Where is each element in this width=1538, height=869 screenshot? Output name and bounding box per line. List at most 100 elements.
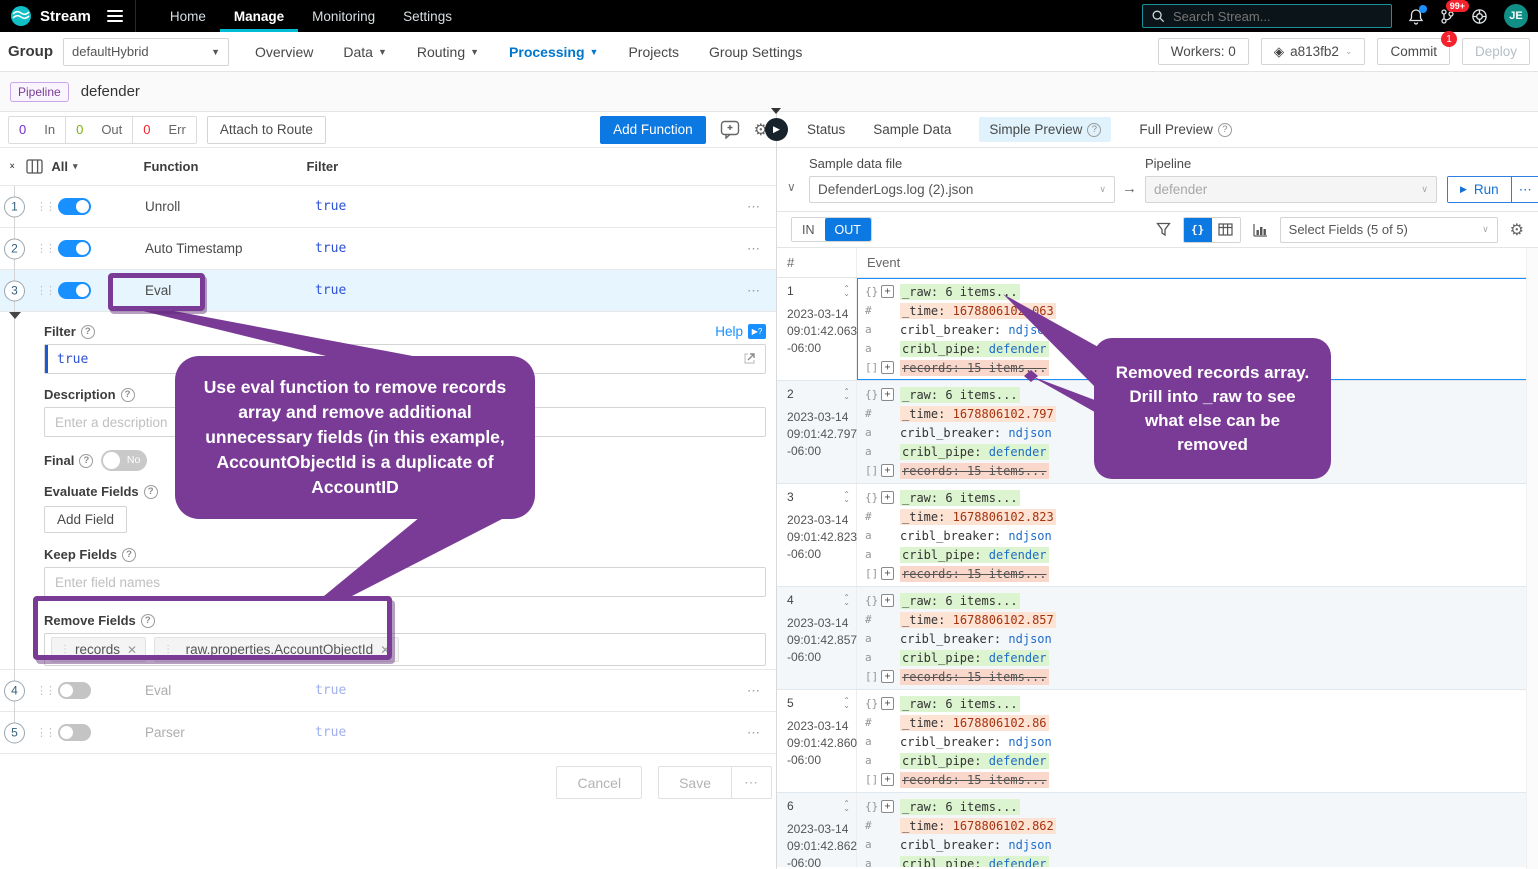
field-cribl-pipe[interactable]: a cribl_pipe: defender	[865, 339, 1530, 358]
expand-plus-icon[interactable]: +	[881, 800, 894, 813]
run-button[interactable]: ▶ Run	[1448, 177, 1511, 202]
function-toggle-on[interactable]	[58, 282, 91, 299]
preview-settings-gear-icon[interactable]: ⚙	[1510, 220, 1524, 240]
pane-divider-handle[interactable]	[771, 108, 781, 114]
field-cribl-pipe[interactable]: a cribl_pipe: defender	[865, 442, 1530, 461]
field-records-removed[interactable]: [] + records: 15 items...	[865, 667, 1530, 686]
help-circle-icon[interactable]: ?	[122, 548, 136, 562]
function-toggle-off[interactable]	[58, 682, 91, 699]
field-raw[interactable]: {} + _raw: 6 items...	[865, 282, 1530, 301]
event-row[interactable]: 5 ⌃⌄ 2023-03-14 09:01:42.860 -06:00 {} +…	[777, 690, 1538, 793]
nav-item-monitoring[interactable]: Monitoring	[298, 0, 389, 32]
drag-handle-icon[interactable]: ⋮⋮	[36, 684, 54, 697]
function-row-eval-disabled[interactable]: 4 ⋮⋮ Eval true ⋯	[0, 670, 776, 712]
add-comment-icon[interactable]	[720, 120, 740, 139]
search-box[interactable]	[1142, 4, 1392, 28]
field-cribl-breaker[interactable]: a cribl_breaker: ndjson	[865, 835, 1530, 854]
function-toggle-on[interactable]	[58, 240, 91, 257]
tab-simple-preview[interactable]: Simple Preview ?	[979, 117, 1111, 142]
filter-funnel-icon[interactable]	[1156, 222, 1171, 237]
user-avatar[interactable]: JE	[1504, 4, 1528, 28]
commits-branch[interactable]: 99+	[1440, 8, 1455, 25]
group-select[interactable]: defaultHybrid ▼	[63, 38, 229, 66]
field-time[interactable]: # _time: 1678806102.063	[865, 301, 1530, 320]
help-circle-icon[interactable]: ?	[1087, 123, 1101, 137]
field-records-removed[interactable]: [] + records: 15 items...	[865, 461, 1530, 480]
help-circle-icon[interactable]: ?	[1218, 123, 1232, 137]
tab-data[interactable]: Data▼	[343, 44, 387, 60]
row-menu-icon[interactable]: ⋯	[747, 683, 762, 699]
tab-routing[interactable]: Routing▼	[417, 44, 479, 60]
tab-full-preview[interactable]: Full Preview ?	[1139, 122, 1232, 137]
field-cribl-pipe[interactable]: a cribl_pipe: defender	[865, 648, 1530, 667]
hamburger-menu-icon[interactable]	[107, 10, 123, 22]
event-row[interactable]: 3 ⌃⌄ 2023-03-14 09:01:42.823 -06:00 {} +…	[777, 484, 1538, 587]
save-button[interactable]: Save	[658, 766, 732, 799]
notifications-bell[interactable]	[1408, 8, 1424, 25]
row-menu-icon[interactable]: ⋯	[747, 725, 762, 741]
row-menu-icon[interactable]: ⋯	[747, 241, 762, 257]
help-circle-icon[interactable]: ?	[121, 388, 135, 402]
tab-sample-data[interactable]: Sample Data	[873, 122, 951, 137]
field-cribl-pipe[interactable]: a cribl_pipe: defender	[865, 854, 1530, 867]
keep-fields-input[interactable]	[44, 567, 766, 597]
expand-plus-icon[interactable]: +	[881, 567, 894, 580]
expand-collapse-sorter-icon[interactable]: ⌃⌄	[843, 286, 850, 296]
expand-plus-icon[interactable]: +	[881, 670, 894, 683]
field-time[interactable]: # _time: 1678806102.823	[865, 507, 1530, 526]
field-cribl-pipe[interactable]: a cribl_pipe: defender	[865, 751, 1530, 770]
help-circle-icon[interactable]: ?	[141, 614, 155, 628]
expand-collapse-sorter-icon[interactable]: ⌃⌄	[843, 698, 850, 708]
json-view-button[interactable]: {}	[1184, 218, 1212, 242]
deploy-button[interactable]: Deploy	[1462, 38, 1530, 65]
function-toggle-off[interactable]	[58, 724, 91, 741]
remove-fields-input[interactable]: ⋮ records ✕ ⋮ _raw.properties.AccountObj…	[44, 633, 766, 666]
function-row-eval-selected[interactable]: 3 ⋮⋮ Eval true ⋯	[0, 270, 776, 312]
drag-handle-icon[interactable]: ⋮⋮	[36, 200, 54, 213]
help-circle-icon[interactable]: ?	[79, 454, 93, 468]
event-cell[interactable]: {} + _raw: 6 items... # _time: 167880610…	[857, 484, 1538, 586]
expand-plus-icon[interactable]: +	[881, 464, 894, 477]
description-input[interactable]	[44, 407, 766, 437]
field-cribl-breaker[interactable]: a cribl_breaker: ndjson	[865, 320, 1530, 339]
field-time[interactable]: # _time: 1678806102.862	[865, 816, 1530, 835]
workers-button[interactable]: Workers: 0	[1158, 38, 1249, 65]
nav-item-manage[interactable]: Manage	[220, 0, 298, 32]
vertical-scrollbar[interactable]	[1526, 248, 1538, 869]
collapse-all-icon[interactable]: ⌄⌃	[8, 160, 16, 174]
event-row[interactable]: 2 ⌃⌄ 2023-03-14 09:01:42.797 -06:00 {} +…	[777, 381, 1538, 484]
collapse-chevron-icon[interactable]: ∨	[787, 180, 796, 194]
sample-file-select[interactable]: DefenderLogs.log (2).json∨	[809, 176, 1115, 203]
help-circle-icon[interactable]: ?	[81, 325, 95, 339]
remove-field-chip-accountobjectid[interactable]: ⋮ _raw.properties.AccountObjectId ✕	[154, 637, 399, 662]
preview-pipeline-select[interactable]: defender∨	[1145, 176, 1437, 203]
field-records-removed[interactable]: [] + records: 15 items...	[865, 770, 1530, 789]
run-menu-icon[interactable]: ⋯	[1511, 177, 1538, 202]
save-menu-icon[interactable]: ⋯	[732, 766, 772, 799]
tab-status[interactable]: Status	[807, 122, 845, 137]
field-cribl-pipe[interactable]: a cribl_pipe: defender	[865, 545, 1530, 564]
columns-icon[interactable]	[26, 159, 43, 174]
field-records-removed[interactable]: [] + records: 15 items...	[865, 564, 1530, 583]
tab-group-settings[interactable]: Group Settings	[709, 44, 802, 60]
event-row[interactable]: 1 ⌃⌄ 2023-03-14 09:01:42.063 -06:00 {} +…	[777, 278, 1538, 381]
preview-play-button[interactable]: ▶	[765, 118, 788, 141]
remove-chip-icon[interactable]: ✕	[127, 643, 137, 657]
function-row-parser-disabled[interactable]: 5 ⋮⋮ Parser true ⋯	[0, 712, 776, 754]
brand[interactable]: Stream	[0, 0, 101, 32]
expand-plus-icon[interactable]: +	[881, 697, 894, 710]
table-view-button[interactable]	[1212, 218, 1240, 242]
expand-plus-icon[interactable]: +	[881, 594, 894, 607]
field-cribl-breaker[interactable]: a cribl_breaker: ndjson	[865, 732, 1530, 751]
field-raw[interactable]: {} + _raw: 6 items...	[865, 591, 1530, 610]
tab-processing[interactable]: Processing▼	[509, 44, 598, 60]
out-toggle[interactable]: OUT	[825, 218, 871, 241]
expand-collapse-sorter-icon[interactable]: ⌃⌄	[843, 492, 850, 502]
field-cribl-breaker[interactable]: a cribl_breaker: ndjson	[865, 629, 1530, 648]
final-toggle-off[interactable]: No	[101, 450, 147, 471]
field-time[interactable]: # _time: 1678806102.797	[865, 404, 1530, 423]
expand-collapse-sorter-icon[interactable]: ⌃⌄	[843, 389, 850, 399]
field-time[interactable]: # _time: 1678806102.86	[865, 713, 1530, 732]
commit-id-button[interactable]: ◈ a813fb2 ⌄	[1261, 38, 1366, 65]
help-link[interactable]: Help ▶?	[715, 324, 766, 339]
